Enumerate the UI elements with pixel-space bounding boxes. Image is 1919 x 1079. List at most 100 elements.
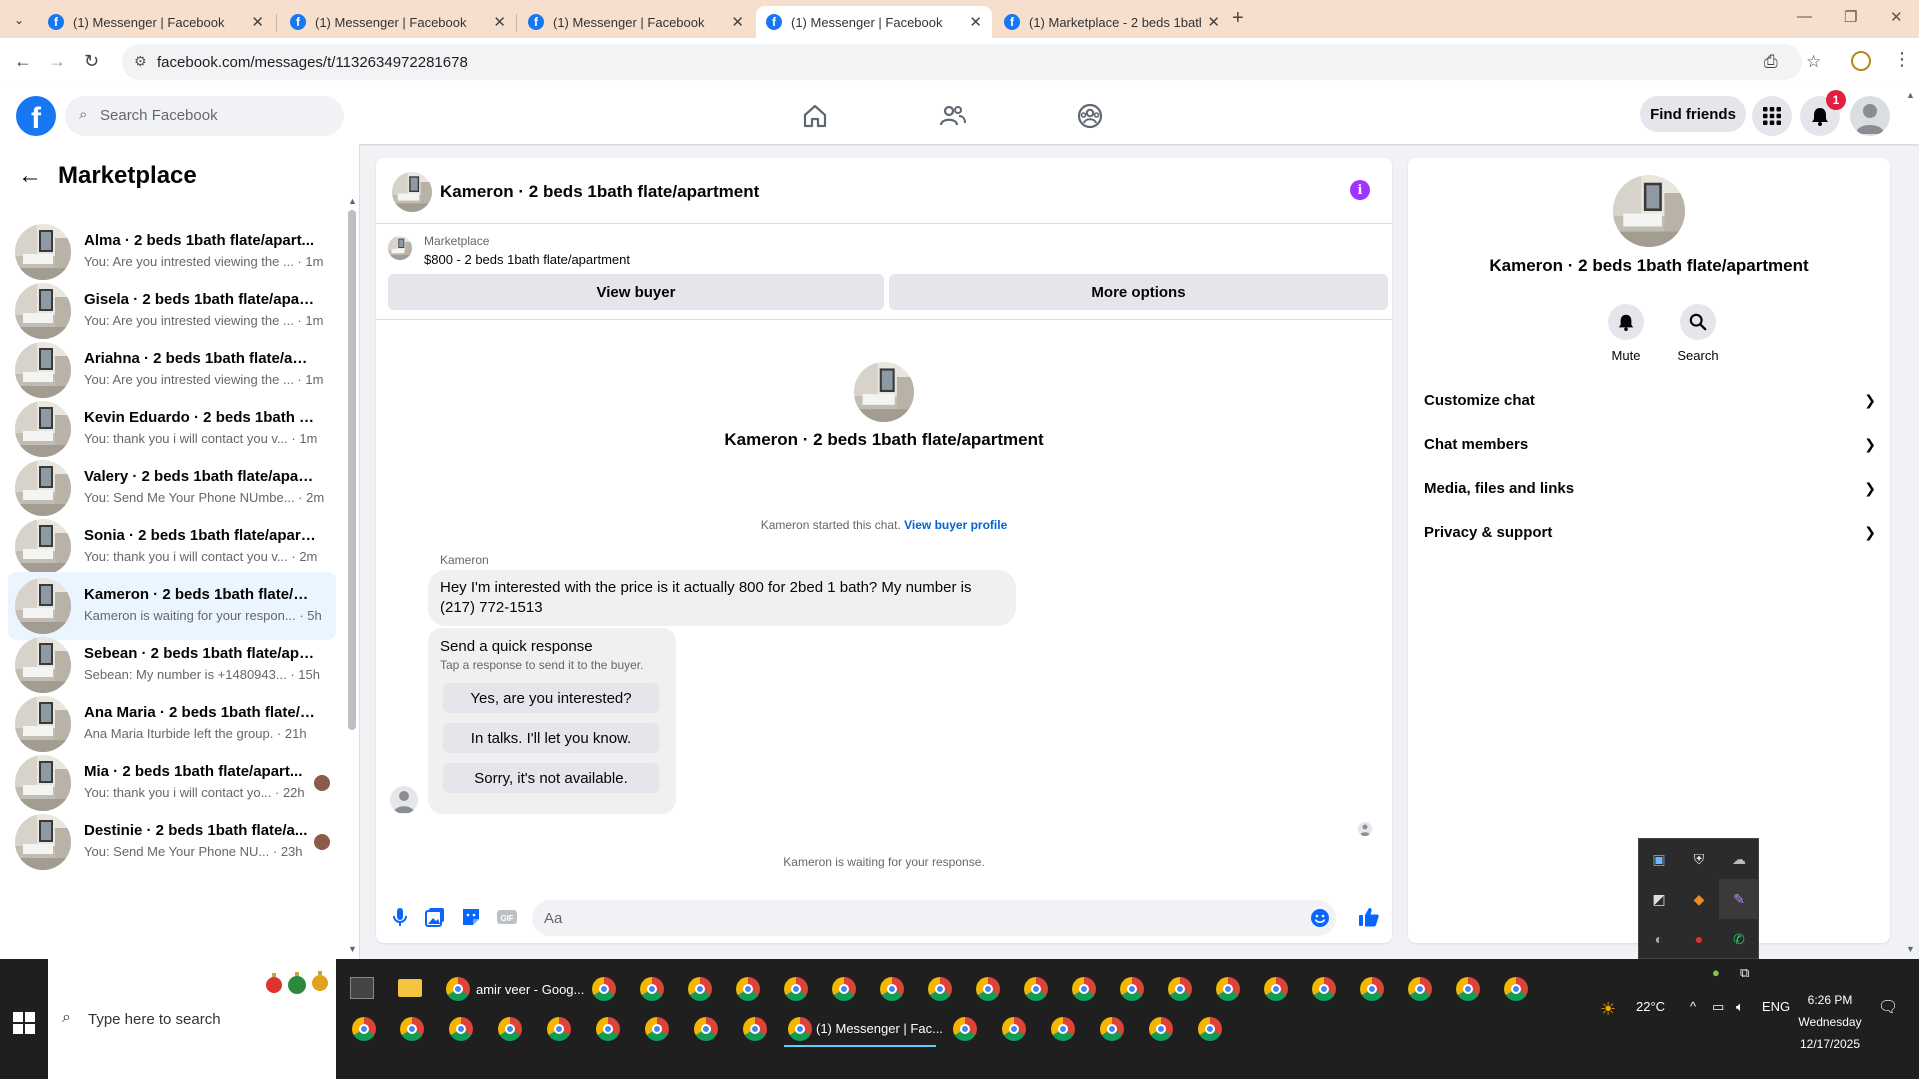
taskbar-chrome-icon[interactable]: [645, 1017, 669, 1041]
browser-tab-1[interactable]: f (1) Messenger | Facebook ✕: [38, 6, 274, 38]
browser-tab-5[interactable]: f (1) Marketplace - 2 beds 1bath ✕: [994, 6, 1230, 38]
sidebar-scroll-down-arrow[interactable]: ▼: [348, 944, 357, 954]
taskbar-chrome-icon[interactable]: [640, 977, 664, 1001]
emoji-icon[interactable]: [1310, 908, 1330, 928]
taskbar-chrome-icon[interactable]: [1198, 1017, 1222, 1041]
tray-settings-icon[interactable]: ◐: [1639, 919, 1679, 959]
show-hidden-icons-icon[interactable]: ^: [1690, 999, 1696, 1014]
listing-price-title[interactable]: $800 - 2 beds 1bath flate/apartment: [424, 252, 630, 267]
groups-icon[interactable]: [1076, 102, 1104, 130]
conversation-item[interactable]: Ariahna · 2 beds 1bath flate/apa... You: …: [8, 336, 336, 404]
taskbar-chrome-icon[interactable]: [1024, 977, 1048, 1001]
install-app-icon[interactable]: ⎙: [1764, 52, 1778, 72]
taskbar-chrome-icon[interactable]: [976, 977, 1000, 1001]
tray-record-icon[interactable]: ●: [1679, 919, 1719, 959]
address-bar[interactable]: ⚙ facebook.com/messages/t/11326349722816…: [122, 44, 1821, 80]
window-close-icon[interactable]: ✕: [1890, 8, 1903, 26]
microphone-icon[interactable]: [389, 906, 411, 928]
tray-device-icon[interactable]: ⧉: [1740, 965, 1749, 981]
sidebar-scroll-up-arrow[interactable]: ▲: [348, 196, 357, 206]
volume-icon[interactable]: 🔈︎: [1736, 999, 1744, 1015]
chat-members-row[interactable]: Chat members ❯: [1424, 426, 1876, 462]
minimize-icon[interactable]: —: [1797, 8, 1812, 25]
taskbar-chrome-icon[interactable]: [547, 1017, 571, 1041]
taskbar-chrome-icon[interactable]: [736, 977, 760, 1001]
conversation-item[interactable]: Mia · 2 beds 1bath flate/apart... You: th…: [8, 749, 336, 817]
cloud-offline-icon[interactable]: ☁: [1719, 839, 1759, 879]
browser-profile-icon[interactable]: [1851, 51, 1871, 71]
whatsapp-icon[interactable]: ✆: [1719, 919, 1759, 959]
privacy-support-row[interactable]: Privacy & support ❯: [1424, 514, 1876, 550]
home-icon[interactable]: [801, 102, 829, 130]
taskbar-chrome-icon[interactable]: [1216, 977, 1240, 1001]
message-input[interactable]: [532, 900, 1302, 936]
conversation-item[interactable]: Alma · 2 beds 1bath flate/apart... You: A…: [8, 218, 336, 286]
conversation-item[interactable]: Gisela · 2 beds 1bath flate/apart... You:…: [8, 277, 336, 345]
customize-chat-row[interactable]: Customize chat ❯: [1424, 382, 1876, 418]
quick-response-yes[interactable]: Yes, are you interested?: [443, 683, 659, 713]
search-action[interactable]: Search: [1666, 304, 1730, 363]
taskbar-chrome-icon[interactable]: [880, 977, 904, 1001]
account-avatar-button[interactable]: [1850, 96, 1890, 136]
file-explorer-icon[interactable]: [398, 979, 422, 997]
windows-start-icon[interactable]: [12, 1011, 36, 1035]
mute-action[interactable]: Mute: [1594, 304, 1658, 363]
facebook-search-field[interactable]: ⌕ Search Facebook: [65, 96, 344, 136]
gif-icon[interactable]: GIF: [496, 906, 518, 928]
more-options-button[interactable]: More options: [889, 274, 1388, 310]
taskbar-chrome-icon[interactable]: [688, 977, 712, 1001]
message-input-field[interactable]: [532, 900, 1336, 936]
taskbar-chrome-icon[interactable]: [953, 1017, 977, 1041]
taskbar-chrome-icon[interactable]: [1149, 1017, 1173, 1041]
taskbar-chrome-amir-veer[interactable]: amir veer - Goog...: [444, 971, 584, 1007]
taskbar-chrome-icon[interactable]: [1264, 977, 1288, 1001]
taskbar-chrome-icon[interactable]: [498, 1017, 522, 1041]
sidebar-scrollbar[interactable]: [348, 210, 356, 730]
mute-button[interactable]: [1608, 304, 1644, 340]
taskbar-chrome-messenger[interactable]: (1) Messenger | Fac...: [784, 1011, 943, 1047]
conversation-item[interactable]: Sonia · 2 beds 1bath flate/apart... You: …: [8, 513, 336, 581]
taskbar-chrome-icon[interactable]: [596, 1017, 620, 1041]
media-files-links-row[interactable]: Media, files and links ❯: [1424, 470, 1876, 506]
view-buyer-profile-link[interactable]: View buyer profile: [904, 518, 1007, 532]
taskbar-chrome-icon[interactable]: [743, 1017, 767, 1041]
menu-grid-button[interactable]: [1752, 96, 1792, 136]
back-arrow-icon[interactable]: ←: [14, 51, 32, 72]
conversation-item[interactable]: Kevin Eduardo · 2 beds 1bath fla... You: …: [8, 395, 336, 463]
taskbar-chrome-icon[interactable]: [1360, 977, 1384, 1001]
tab-close-icon[interactable]: ✕: [969, 13, 982, 31]
page-scroll-up-arrow[interactable]: ▲: [1906, 90, 1915, 100]
temperature-text[interactable]: 22°C: [1636, 999, 1665, 1014]
taskbar-chrome-icon[interactable]: [1072, 977, 1096, 1001]
search-in-chat-button[interactable]: [1680, 304, 1716, 340]
sender-avatar[interactable]: [390, 786, 418, 814]
taskbar-chrome-icon[interactable]: [1504, 977, 1528, 1001]
thumbs-up-icon[interactable]: [1358, 906, 1380, 928]
find-friends-button[interactable]: Find friends: [1640, 96, 1746, 132]
tab-search-dropdown-icon[interactable]: ⌄: [8, 9, 30, 31]
photo-gallery-icon[interactable]: [424, 906, 446, 928]
browser-tab-2[interactable]: f (1) Messenger | Facebook ✕: [280, 6, 516, 38]
view-buyer-button[interactable]: View buyer: [388, 274, 884, 310]
back-arrow-icon[interactable]: ←: [18, 162, 42, 190]
new-tab-plus-icon[interactable]: +: [1232, 7, 1244, 30]
taskbar-chrome-icon[interactable]: [928, 977, 952, 1001]
taskbar-chrome-icon[interactable]: [400, 1017, 424, 1041]
conversation-item[interactable]: Valery · 2 beds 1bath flate/apart... You:…: [8, 454, 336, 522]
tab-close-icon[interactable]: ✕: [1207, 13, 1220, 31]
pen-icon[interactable]: ✎: [1719, 879, 1759, 919]
taskbar-chrome-icon[interactable]: [832, 977, 856, 1001]
weather-icon[interactable]: ☀: [1600, 999, 1616, 1020]
site-settings-icon[interactable]: ⚙: [134, 53, 147, 70]
tab-close-icon[interactable]: ✕: [493, 13, 506, 31]
browser-tab-3[interactable]: f (1) Messenger | Facebook ✕: [518, 6, 754, 38]
reload-icon[interactable]: ↻: [84, 51, 99, 72]
taskbar-chrome-icon[interactable]: [1312, 977, 1336, 1001]
browser-menu-icon[interactable]: ⋮: [1893, 49, 1911, 70]
sticker-icon[interactable]: [460, 906, 482, 928]
network-icon[interactable]: ▭: [1712, 999, 1724, 1015]
tab-close-icon[interactable]: ✕: [251, 13, 264, 31]
taskbar-chrome-icon[interactable]: [352, 1017, 376, 1041]
restore-icon[interactable]: ❐: [1844, 8, 1857, 26]
terminal-app-icon[interactable]: [350, 977, 374, 999]
